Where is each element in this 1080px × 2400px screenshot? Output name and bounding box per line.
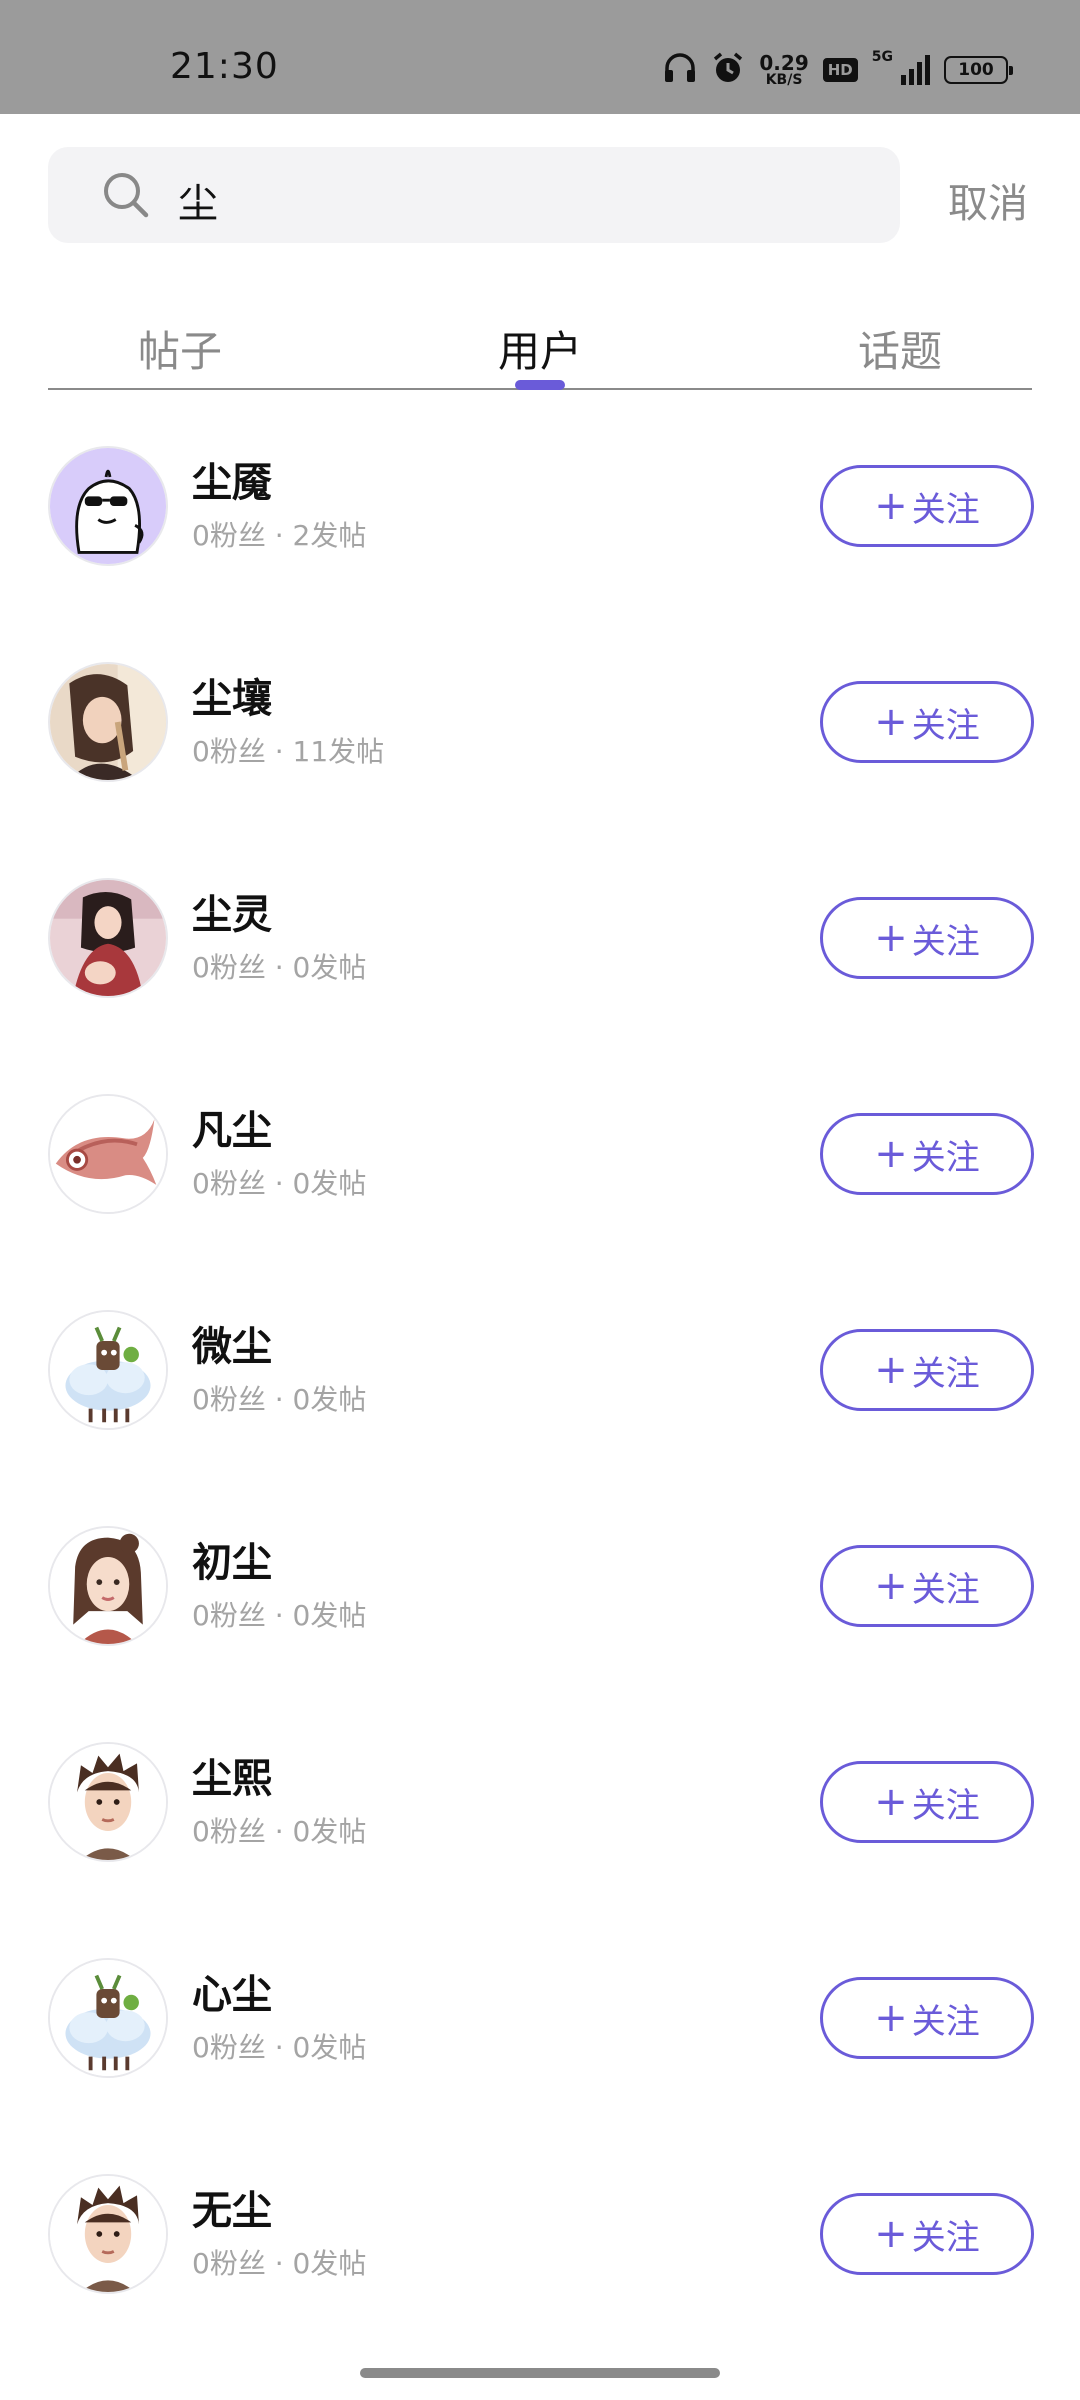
avatar[interactable] [48,878,168,998]
list-item[interactable]: 无尘 0粉丝 · 0发帖 + 关注 [0,2160,1080,2310]
user-name: 微尘 [192,1324,272,1370]
follow-button[interactable]: + 关注 [820,897,1034,979]
plus-icon: + [874,1347,908,1393]
user-stats: 0粉丝 · 0发帖 [192,1815,367,1848]
user-stats: 0粉丝 · 0发帖 [192,1167,367,1200]
plus-icon: + [874,1995,908,2041]
list-item[interactable]: 微尘 0粉丝 · 0发帖 + 关注 [0,1296,1080,1446]
user-stats: 0粉丝 · 0发帖 [192,1599,367,1632]
status-time: 21:30 [170,46,279,87]
plus-icon: + [874,915,908,961]
status-bar: 21:30 0.29 KB/S HD 5G 100 [0,0,1080,114]
list-item[interactable]: 尘熙 0粉丝 · 0发帖 + 关注 [0,1728,1080,1878]
avatar[interactable] [48,662,168,782]
cancel-button[interactable]: 取消 [948,171,1028,229]
user-name: 初尘 [192,1540,272,1586]
avatar[interactable] [48,1958,168,2078]
status-icons: 0.29 KB/S HD 5G 100 [663,49,1013,90]
plus-icon: + [874,1131,908,1177]
user-name: 尘壤 [192,676,272,722]
user-name: 尘熙 [192,1756,272,1802]
follow-button[interactable]: + 关注 [820,1113,1034,1195]
follow-button[interactable]: + 关注 [820,1761,1034,1843]
list-item[interactable]: 初尘 0粉丝 · 0发帖 + 关注 [0,1512,1080,1662]
list-item[interactable]: 尘灵 0粉丝 · 0发帖 + 关注 [0,864,1080,1014]
search-query: 尘 [178,181,218,227]
plus-icon: + [874,2211,908,2257]
avatar[interactable] [48,1742,168,1862]
tab-bar: 帖子 用户 话题 [48,310,1032,390]
search-icon [104,173,149,218]
follow-button[interactable]: + 关注 [820,465,1034,547]
user-stats: 0粉丝 · 11发帖 [192,735,385,768]
headphones-icon [663,52,697,88]
net-speed: 0.29 KB/S [759,51,809,88]
user-name: 凡尘 [192,1108,272,1154]
signal-icon [901,55,930,85]
active-tab-indicator [515,380,565,390]
plus-icon: + [874,1779,908,1825]
avatar[interactable] [48,1094,168,1214]
plus-icon: + [874,699,908,745]
user-stats: 0粉丝 · 0发帖 [192,2247,367,2280]
battery-icon: 100 [944,56,1013,84]
list-item[interactable]: 心尘 0粉丝 · 0发帖 + 关注 [0,1944,1080,2094]
tab-topics[interactable]: 话题 [858,318,942,379]
user-stats: 0粉丝 · 0发帖 [192,951,367,984]
avatar[interactable] [48,1526,168,1646]
list-item[interactable]: 凡尘 0粉丝 · 0发帖 + 关注 [0,1080,1080,1230]
plus-icon: + [874,483,908,529]
plus-icon: + [874,1563,908,1609]
search-input[interactable]: 尘 [48,147,900,243]
user-stats: 0粉丝 · 0发帖 [192,1383,367,1416]
user-stats: 0粉丝 · 2发帖 [192,519,367,552]
follow-button[interactable]: + 关注 [820,1329,1034,1411]
follow-button[interactable]: + 关注 [820,1977,1034,2059]
tab-posts[interactable]: 帖子 [138,318,222,379]
avatar[interactable] [48,1310,168,1430]
home-indicator[interactable] [360,2368,720,2378]
avatar[interactable] [48,2174,168,2294]
list-item[interactable]: 尘魇 0粉丝 · 2发帖 + 关注 [0,432,1080,582]
follow-button[interactable]: + 关注 [820,681,1034,763]
user-name: 心尘 [192,1972,272,2018]
tab-users[interactable]: 用户 [498,318,582,379]
alarm-icon [711,51,745,89]
user-name: 尘魇 [192,460,272,506]
avatar[interactable] [48,446,168,566]
user-stats: 0粉丝 · 0发帖 [192,2031,367,2064]
hd-badge: HD [822,58,858,82]
follow-button[interactable]: + 关注 [820,2193,1034,2275]
user-name: 无尘 [192,2188,272,2234]
follow-button[interactable]: + 关注 [820,1545,1034,1627]
list-item[interactable]: 尘壤 0粉丝 · 11发帖 + 关注 [0,648,1080,798]
user-name: 尘灵 [192,892,272,938]
network-type: 5G [871,49,893,65]
